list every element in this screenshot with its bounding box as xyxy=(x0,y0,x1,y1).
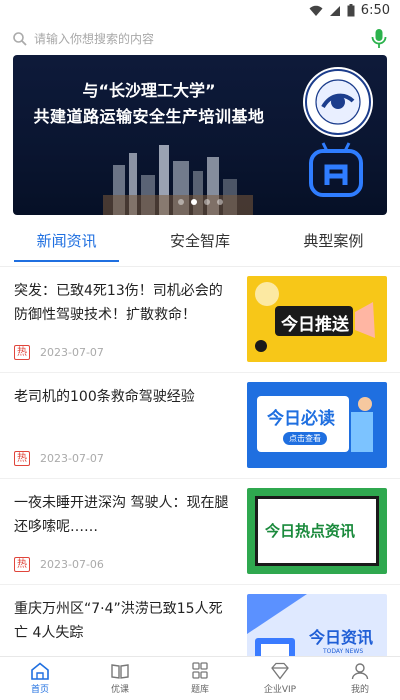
news-item[interactable]: 突发：已致4死13伤！司机必会的防御性驾驶技术！扩散救命！ 热 2023-07-… xyxy=(0,267,400,373)
banner-carousel[interactable]: 与“长沙理工大学” 共建道路运输安全生产培训基地 xyxy=(13,55,387,215)
banner-title-line2: 共建道路运输安全生产培训基地 xyxy=(33,107,265,126)
thumbnail-caption: 今日热点资讯 xyxy=(265,522,356,540)
status-time: 6:50 xyxy=(360,3,390,18)
nav-label: 首页 xyxy=(30,685,49,695)
hot-badge: 热 xyxy=(14,557,30,572)
user-icon xyxy=(351,663,369,680)
banner-title-line1: 与“长沙理工大学” xyxy=(82,81,216,100)
tab-news[interactable]: 新闻资讯 xyxy=(0,222,133,266)
thumbnail-button-label: 点击查看 xyxy=(283,432,327,445)
news-title: 一夜未睡开进深沟 驾驶人：现在腿还哆嗦呢…… xyxy=(14,495,229,535)
carousel-dot[interactable] xyxy=(177,199,184,205)
nav-enterprise-vip[interactable]: 企业VIP xyxy=(240,657,320,700)
news-meta: 热 2023-07-07 xyxy=(14,451,104,466)
search-icon xyxy=(13,32,27,46)
nav-label: 题库 xyxy=(190,685,209,695)
news-title: 老司机的100条救命驾驶经验 xyxy=(14,389,195,405)
news-title: 突发：已致4死13伤！司机必会的防御性驾驶技术！扩散救命！ xyxy=(14,283,223,323)
news-thumbnail: 今日资讯 TODAY NEWS xyxy=(247,594,387,658)
search-input[interactable] xyxy=(34,27,370,51)
microphone-icon[interactable] xyxy=(370,28,388,50)
thumbnail-caption: 今日资讯 xyxy=(309,628,374,647)
bottom-navigation: 首页 优课 题库 企业VIP 我的 xyxy=(0,656,400,700)
nav-label: 优课 xyxy=(110,685,129,695)
tab-safety-library[interactable]: 安全智库 xyxy=(133,222,266,266)
carousel-dot[interactable] xyxy=(203,199,210,205)
news-thumbnail: 今日热点资讯 xyxy=(247,488,387,574)
tab-typical-cases[interactable]: 典型案例 xyxy=(267,222,400,266)
thumbnail-caption: 今日推送 xyxy=(281,315,349,335)
nav-profile[interactable]: 我的 xyxy=(320,657,400,700)
battery-icon xyxy=(347,4,355,17)
home-icon xyxy=(31,662,49,680)
signal-icon xyxy=(329,5,340,16)
nav-courses[interactable]: 优课 xyxy=(80,657,160,700)
grid-icon xyxy=(192,662,208,679)
search-bar[interactable] xyxy=(0,24,400,54)
news-thumbnail: 今日推送 xyxy=(247,276,387,362)
category-tabs: 新闻资讯 安全智库 典型案例 xyxy=(0,222,400,266)
university-logo xyxy=(303,67,373,137)
carousel-indicators[interactable] xyxy=(13,199,387,205)
hot-badge: 热 xyxy=(14,345,30,360)
news-meta: 热 2023-07-06 xyxy=(14,557,104,572)
book-icon xyxy=(111,664,129,679)
news-item[interactable]: 重庆万州区“7·4”洪涝已致15人死亡 4人失踪 今日资讯 TODAY NEWS xyxy=(0,585,400,658)
news-date: 2023-07-07 xyxy=(40,346,104,359)
carousel-dot-active[interactable] xyxy=(190,199,197,205)
nav-home[interactable]: 首页 xyxy=(0,657,80,700)
wifi-icon xyxy=(309,5,323,16)
diamond-icon xyxy=(271,662,289,680)
robot-logo-icon xyxy=(309,142,363,197)
news-date: 2023-07-07 xyxy=(40,452,104,465)
nav-question-bank[interactable]: 题库 xyxy=(160,657,240,700)
hot-badge: 热 xyxy=(14,451,30,466)
news-meta: 热 2023-07-07 xyxy=(14,345,104,360)
carousel-dot[interactable] xyxy=(216,199,223,205)
news-thumbnail: 今日必读 点击查看 xyxy=(247,382,387,468)
news-item[interactable]: 一夜未睡开进深沟 驾驶人：现在腿还哆嗦呢…… 热 2023-07-06 今日热点… xyxy=(0,479,400,585)
nav-label: 我的 xyxy=(350,685,369,695)
status-icons: 6:50 xyxy=(309,3,390,18)
news-date: 2023-07-06 xyxy=(40,558,104,571)
thumbnail-subcaption: TODAY NEWS xyxy=(323,648,364,655)
news-list: 突发：已致4死13伤！司机必会的防御性驾驶技术！扩散救命！ 热 2023-07-… xyxy=(0,267,400,658)
thumbnail-caption: 今日必读 xyxy=(267,409,335,429)
status-bar: 6:50 xyxy=(0,0,400,22)
nav-label: 企业VIP xyxy=(263,685,297,695)
news-item[interactable]: 老司机的100条救命驾驶经验 热 2023-07-07 今日必读 点击查看 xyxy=(0,373,400,479)
news-title: 重庆万州区“7·4”洪涝已致15人死亡 4人失踪 xyxy=(14,601,223,641)
